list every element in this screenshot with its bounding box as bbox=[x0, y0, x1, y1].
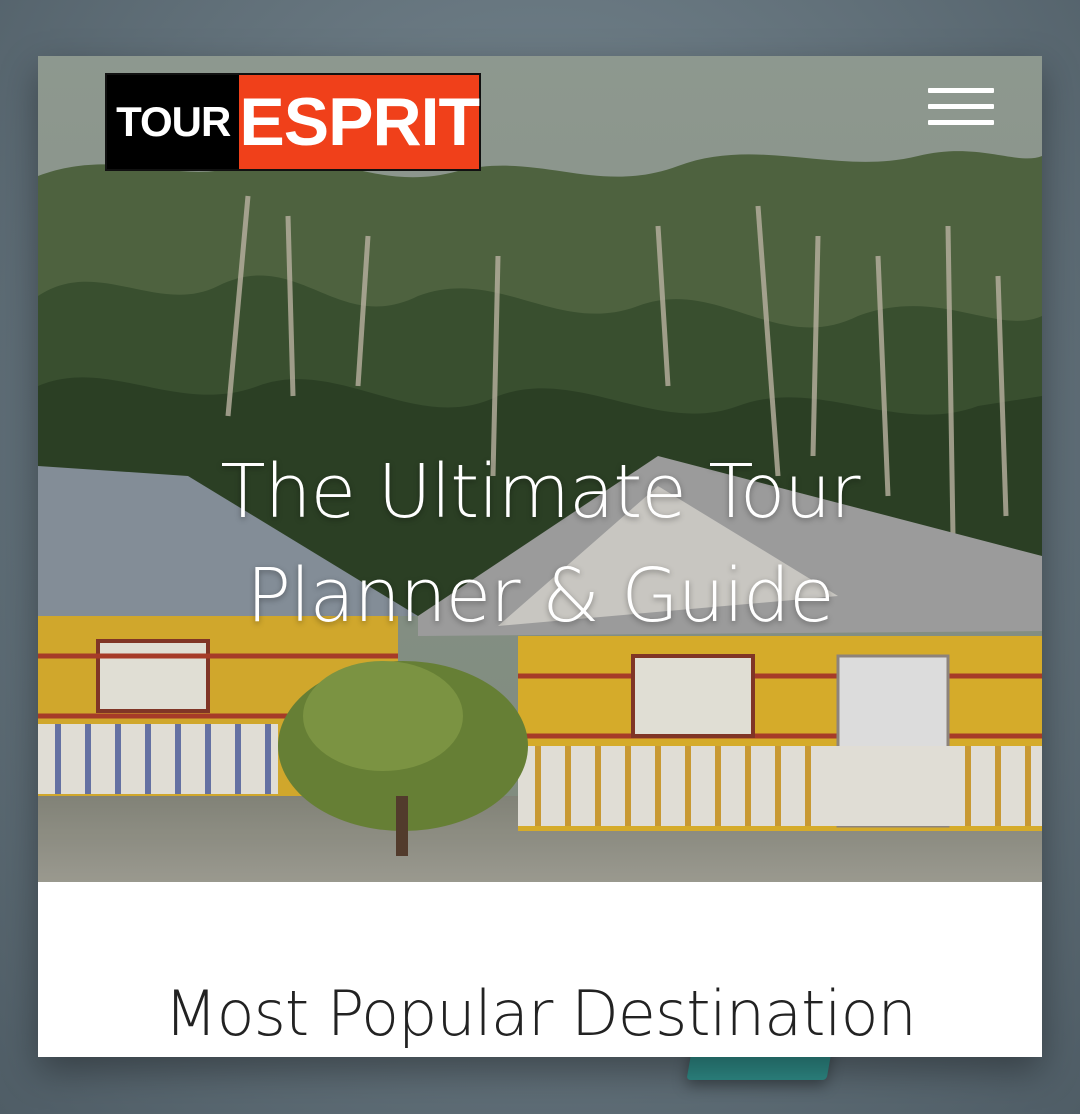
logo-word-tour: TOUR bbox=[107, 75, 240, 169]
logo-word-esprit: ESPRIT bbox=[239, 75, 480, 169]
menu-bar-top bbox=[928, 88, 994, 93]
hero-title-line2: Planner & Guide bbox=[246, 553, 834, 639]
site-logo[interactable]: TOUR ESPRIT bbox=[105, 73, 481, 171]
hero-title-line1: The Ultimate Tour bbox=[220, 449, 860, 535]
hero-title: The Ultimate Tour Planner & Guide bbox=[38, 440, 1042, 648]
hamburger-menu-icon[interactable] bbox=[928, 84, 994, 130]
mobile-page: TOUR ESPRIT The Ultimate Tour Planner & … bbox=[38, 56, 1042, 1057]
section-title: Most Popular Destination bbox=[164, 977, 917, 1050]
menu-bar-middle bbox=[928, 104, 994, 109]
menu-bar-bottom bbox=[928, 120, 994, 125]
hero-banner: TOUR ESPRIT The Ultimate Tour Planner & … bbox=[38, 56, 1042, 882]
